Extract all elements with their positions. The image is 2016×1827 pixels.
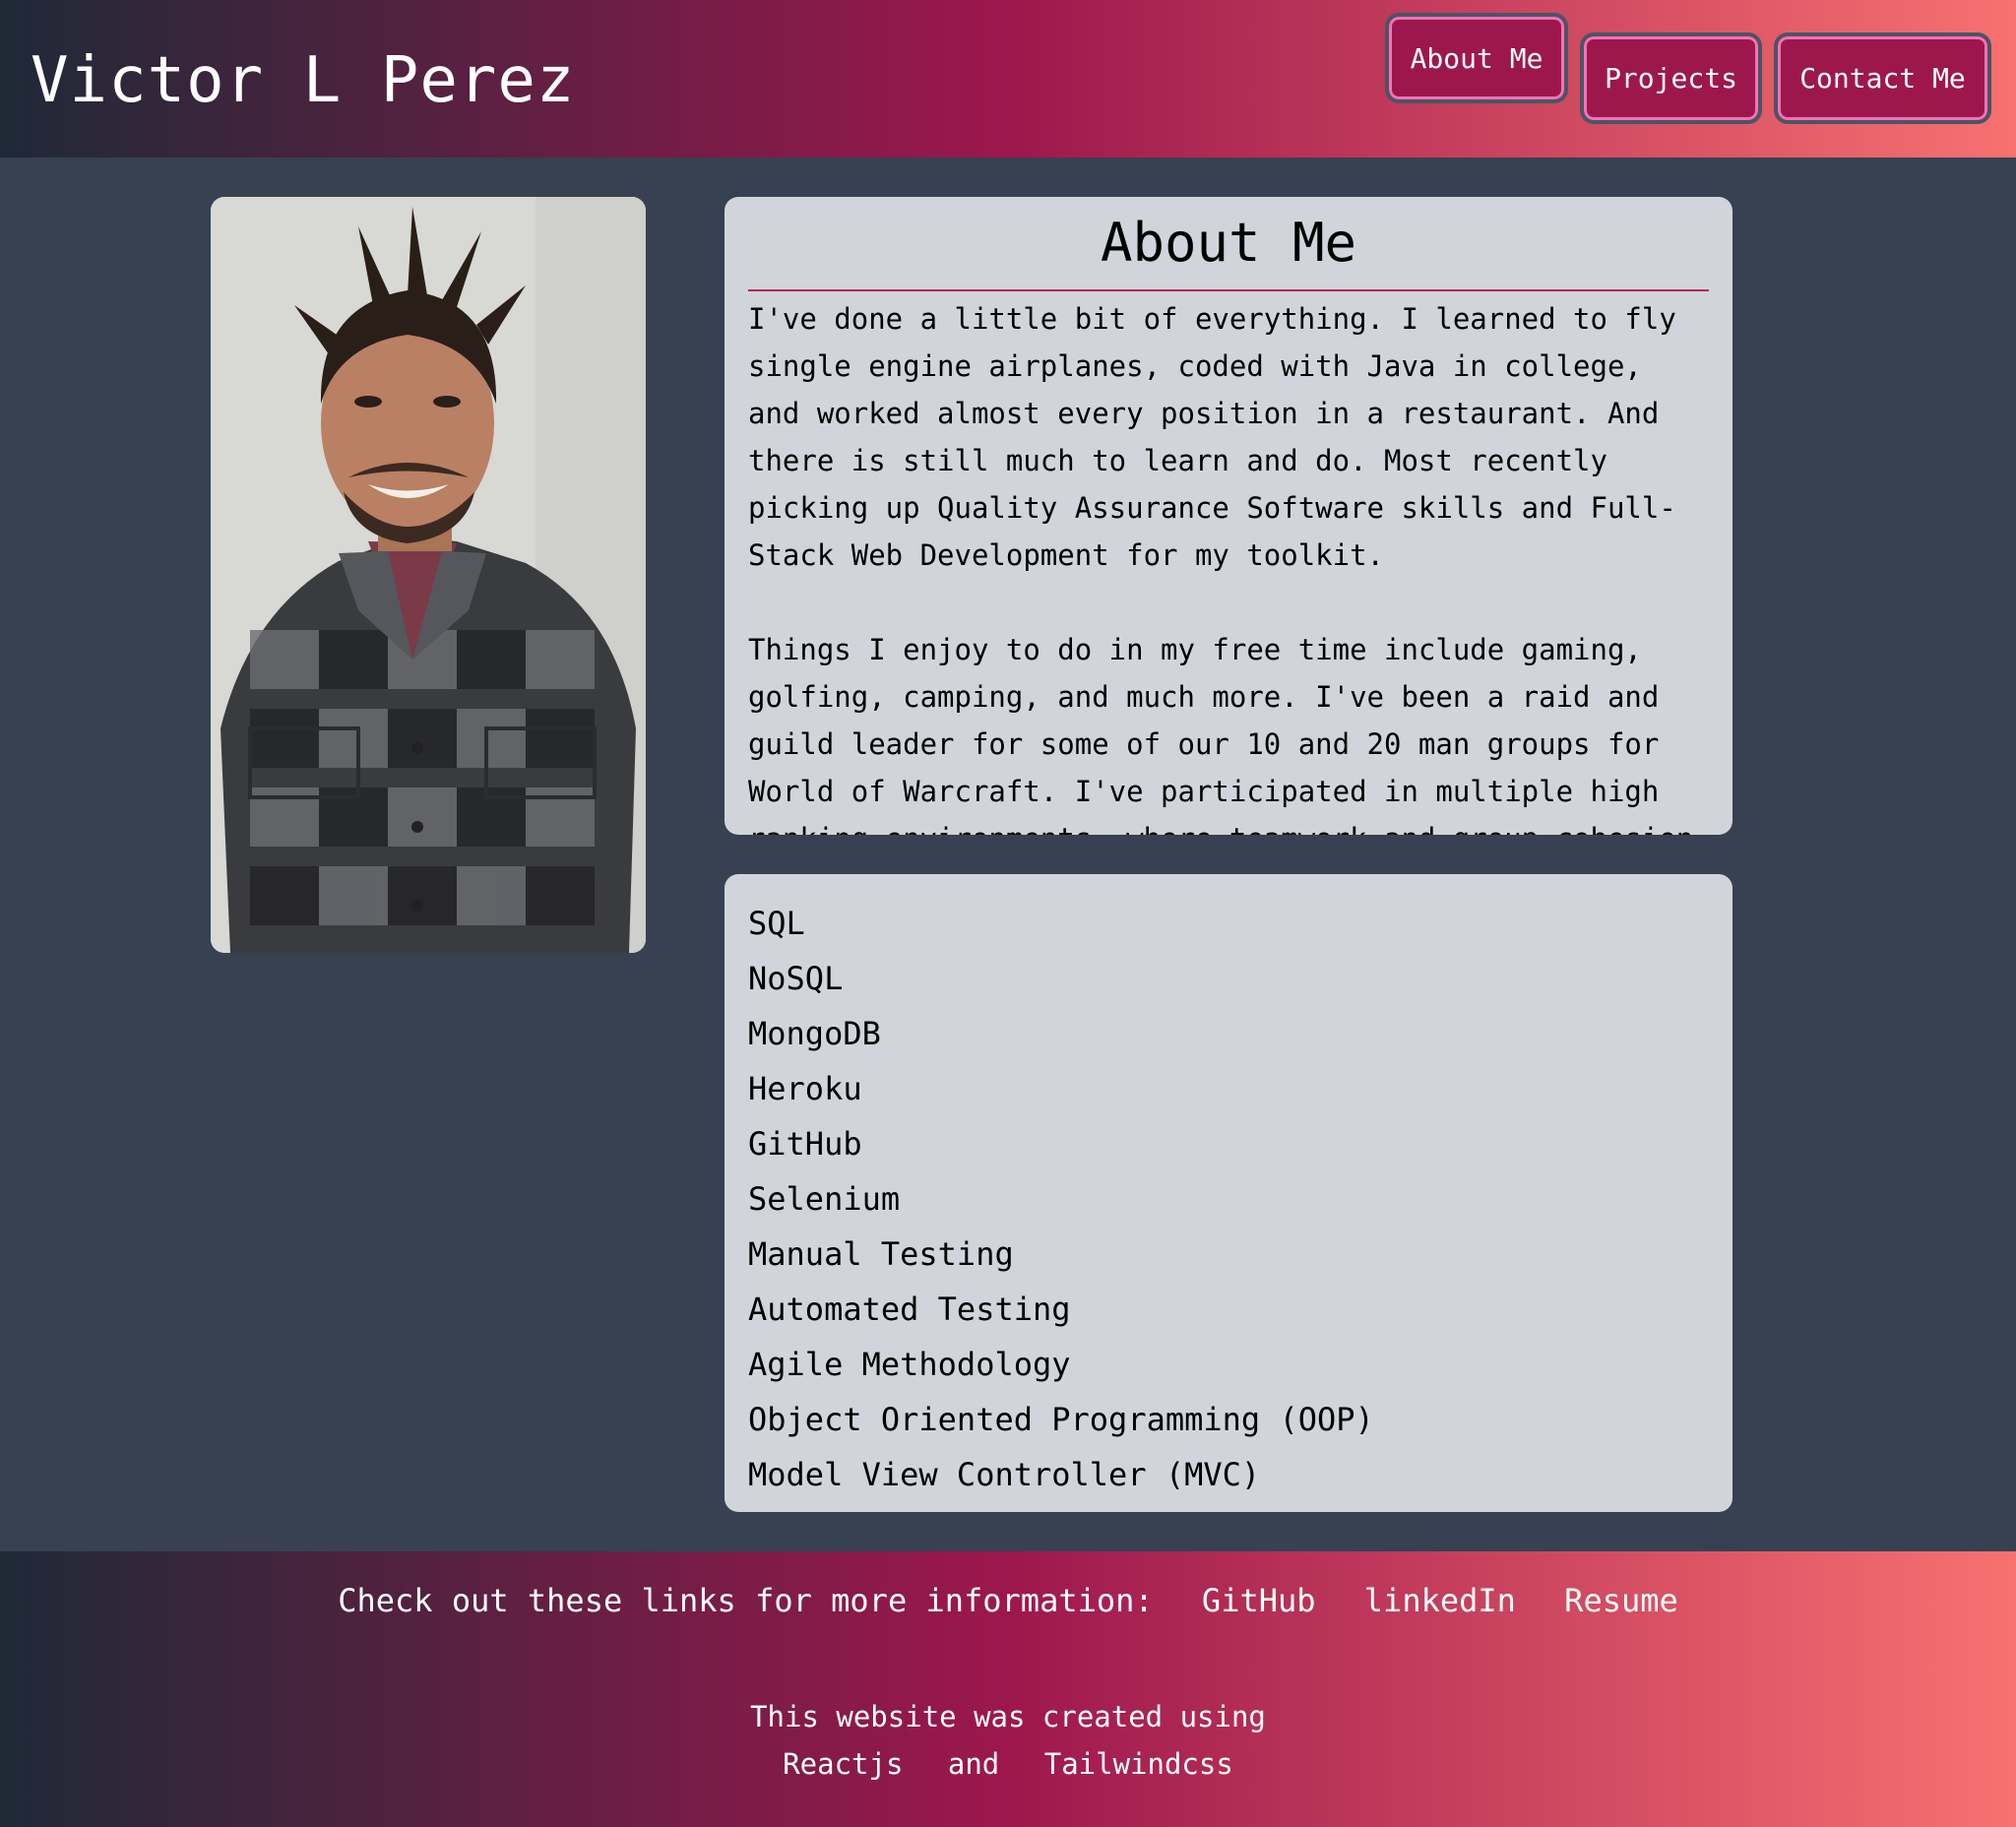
linkedin-link[interactable]: linkedIn — [1364, 1582, 1516, 1619]
nav-projects-button[interactable]: Projects — [1580, 32, 1762, 124]
footer-links-row: Check out these links for more informati… — [0, 1577, 2016, 1624]
skill-item: MongoDB — [748, 1015, 881, 1052]
site-header: Victor L Perez About Me Projects Contact… — [0, 0, 2016, 158]
footer-links-intro: Check out these links for more informati… — [338, 1582, 1154, 1619]
skill-item: Manual Testing — [748, 1235, 1014, 1273]
skill-item: Model View Controller (MVC) — [748, 1456, 1261, 1493]
skill-item: Automated Testing — [748, 1291, 1071, 1328]
skill-item: NoSQL — [748, 960, 844, 997]
about-paragraph-1: I've done a little bit of everything. I … — [748, 302, 1694, 572]
footer-credits: This website was created using Reactjs a… — [0, 1693, 2016, 1788]
skill-item: SQL — [748, 905, 805, 942]
nav-about-label: About Me — [1410, 41, 1544, 75]
about-paragraph-2: Things I enjoy to do in my free time inc… — [748, 633, 1693, 835]
skills-list: SQL NoSQL MongoDB Heroku GitHub Selenium… — [748, 874, 1709, 1502]
tailwindcss-text: Tailwindcss — [1043, 1747, 1233, 1781]
skill-item: Heroku — [748, 1070, 862, 1107]
site-footer: Check out these links for more informati… — [0, 1551, 2016, 1827]
nav-contact-button[interactable]: Contact Me — [1774, 32, 1991, 124]
skills-card: SQL NoSQL MongoDB Heroku GitHub Selenium… — [724, 874, 1732, 1512]
skill-item: Agile Methodology — [748, 1346, 1071, 1383]
nav-projects-label: Projects — [1605, 62, 1737, 94]
skill-item: Object Oriented Programming (OOP) — [748, 1401, 1374, 1438]
about-heading: About Me — [748, 197, 1709, 291]
site-title: Victor L Perez — [31, 44, 576, 117]
skill-item: GitHub — [748, 1125, 862, 1163]
created-using-text: This website was created using — [750, 1700, 1266, 1733]
tech-row: Reactjs and Tailwindcss — [0, 1740, 2016, 1788]
nav-contact-label: Contact Me — [1799, 62, 1966, 94]
profile-photo — [211, 197, 646, 953]
reactjs-text: Reactjs — [783, 1747, 904, 1781]
about-card: About Me I've done a little bit of every… — [724, 197, 1732, 835]
github-link[interactable]: GitHub — [1202, 1582, 1316, 1619]
nav-about-button[interactable]: About Me — [1385, 13, 1568, 103]
skill-item: Selenium — [748, 1180, 901, 1218]
resume-link[interactable]: Resume — [1564, 1582, 1678, 1619]
and-text: and — [947, 1747, 1000, 1781]
